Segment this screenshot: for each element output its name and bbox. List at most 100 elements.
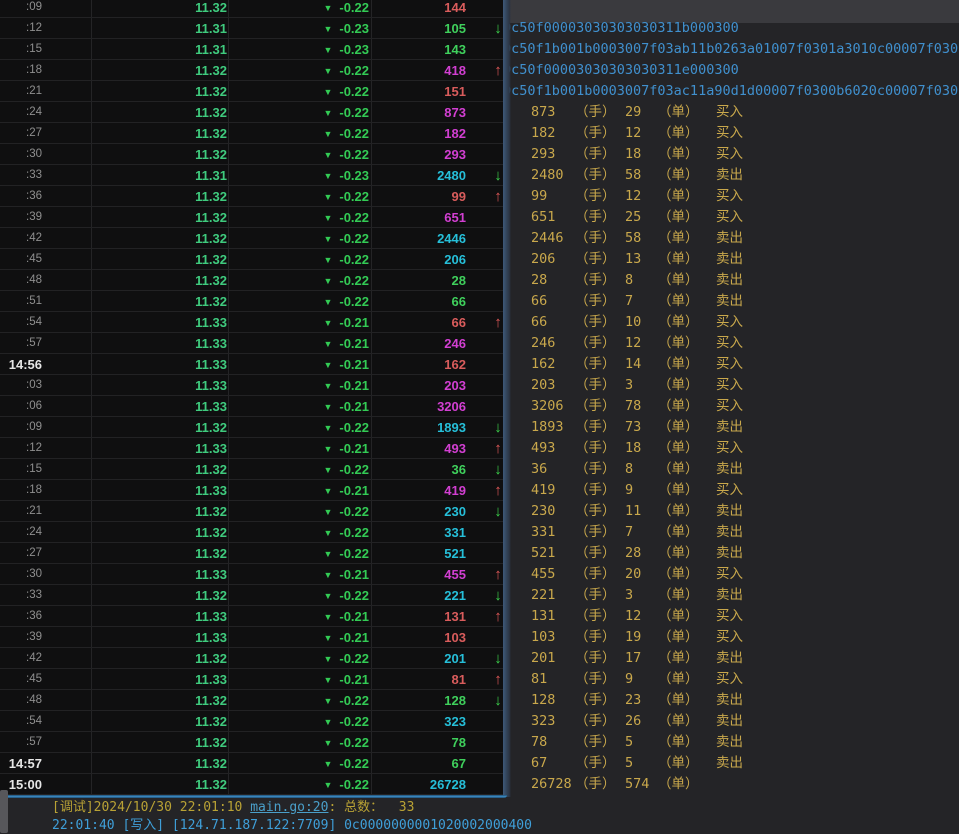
tick-row[interactable]: :0911.32▼-0.221893↓ xyxy=(0,417,506,438)
tick-price: 11.33 xyxy=(91,672,228,687)
trade-orders-unit: （单） xyxy=(658,669,699,690)
tick-change: ▼-0.22 xyxy=(228,126,371,141)
tick-time: :45 xyxy=(0,253,91,265)
down-triangle-icon: ▼ xyxy=(323,171,332,181)
down-triangle-icon: ▼ xyxy=(323,696,332,706)
tick-row[interactable]: :2111.32▼-0.22230↓ xyxy=(0,501,506,522)
tick-panel-right-scrollbar[interactable] xyxy=(503,0,511,797)
trade-side: 买入 xyxy=(716,333,743,354)
tick-row[interactable]: 14:5611.33▼-0.21162 xyxy=(0,354,506,375)
trade-order-count: 12 xyxy=(625,123,641,144)
tick-row[interactable]: :4211.32▼-0.222446 xyxy=(0,228,506,249)
tick-volume: 1893 xyxy=(371,420,486,435)
tick-change-value: -0.22 xyxy=(339,462,369,477)
tick-row[interactable]: :3611.32▼-0.2299↑ xyxy=(0,186,506,207)
tick-row[interactable]: :3911.33▼-0.21103 xyxy=(0,627,506,648)
trade-lots-unit: （手） xyxy=(575,333,616,354)
tick-row[interactable]: :1811.33▼-0.21419↑ xyxy=(0,480,506,501)
tick-change: ▼-0.22 xyxy=(228,777,371,792)
tick-change: ▼ -0.23 xyxy=(228,168,371,183)
tick-row[interactable]: :3611.33▼-0.21131↑ xyxy=(0,606,506,627)
tick-row[interactable]: :5111.32▼-0.2266 xyxy=(0,291,506,312)
trade-order-count: 26 xyxy=(625,711,641,732)
tick-row[interactable]: :5411.32▼-0.22323 xyxy=(0,711,506,732)
tick-change: ▼-0.22 xyxy=(228,84,371,99)
tick-volume: 105 xyxy=(371,21,486,36)
trade-qty: 66 xyxy=(531,291,547,312)
trade-orders-unit: （单） xyxy=(658,543,699,564)
trade-order-count: 58 xyxy=(625,228,641,249)
tick-row[interactable]: :2411.32▼-0.22873 xyxy=(0,102,506,123)
tick-row[interactable]: :5411.33▼-0.2166↑ xyxy=(0,312,506,333)
trade-lots-unit: （手） xyxy=(575,270,616,291)
tick-time: :39 xyxy=(0,211,91,223)
tick-row[interactable]: :5711.33▼-0.21246 xyxy=(0,333,506,354)
tick-row[interactable]: :3911.32▼-0.22651 xyxy=(0,207,506,228)
tick-volume: 651 xyxy=(371,210,486,225)
trade-side: 卖出 xyxy=(716,648,743,669)
tick-volume: 201 xyxy=(371,651,486,666)
trade-order-count: 10 xyxy=(625,312,641,333)
tick-volume: 28 xyxy=(371,273,486,288)
tick-row[interactable]: :3011.32▼-0.22293 xyxy=(0,144,506,165)
tick-row[interactable]: :5711.32▼-0.2278 xyxy=(0,732,506,753)
tick-volume: 26728 xyxy=(371,777,486,792)
tick-time: :21 xyxy=(0,85,91,97)
trade-side: 卖出 xyxy=(716,270,743,291)
tick-row[interactable]: :2711.32▼-0.22182 xyxy=(0,123,506,144)
trade-qty: 873 xyxy=(531,102,555,123)
tick-row[interactable]: :4811.32▼-0.22128↓ xyxy=(0,690,506,711)
tick-time: :24 xyxy=(0,526,91,538)
tick-row[interactable]: :4811.32▼-0.2228 xyxy=(0,270,506,291)
tick-price: 11.33 xyxy=(91,378,228,393)
tick-price: 11.32 xyxy=(91,126,228,141)
tick-time: :24 xyxy=(0,106,91,118)
trade-side: 卖出 xyxy=(716,249,743,270)
tick-row[interactable]: :1511.31▼-0.23143 xyxy=(0,39,506,60)
tick-row[interactable]: :2411.32▼-0.22331 xyxy=(0,522,506,543)
tick-change: ▼-0.22 xyxy=(228,714,371,729)
tick-row[interactable]: :2111.32▼-0.22151 xyxy=(0,81,506,102)
trade-side: 买入 xyxy=(716,102,743,123)
tick-row[interactable]: :1211.33▼-0.21493↑ xyxy=(0,438,506,459)
tick-volume: 162 xyxy=(371,357,486,372)
tick-row[interactable]: :3311.32▼-0.22221↓ xyxy=(0,585,506,606)
tick-volume: 128 xyxy=(371,693,486,708)
tick-time: :12 xyxy=(0,442,91,454)
tick-row[interactable]: :4511.32▼-0.22206 xyxy=(0,249,506,270)
trade-qty: 67 xyxy=(531,753,547,774)
tick-time: :27 xyxy=(0,127,91,139)
tick-row[interactable]: :3011.33▼-0.21455↑ xyxy=(0,564,506,585)
tick-time: :33 xyxy=(0,169,91,181)
trade-side: 卖出 xyxy=(716,543,743,564)
tick-row[interactable]: :2711.32▼-0.22521 xyxy=(0,543,506,564)
tick-change-value: -0.21 xyxy=(339,399,369,414)
tick-row[interactable]: :4511.33▼-0.2181↑ xyxy=(0,669,506,690)
tick-row[interactable]: :0611.33▼-0.213206 xyxy=(0,396,506,417)
tick-price: 11.32 xyxy=(91,651,228,666)
tick-change-value: -0.23 xyxy=(339,168,369,183)
trade-side: 买入 xyxy=(716,627,743,648)
tick-row[interactable]: :1211.31▼-0.23105↓ xyxy=(0,18,506,39)
trade-order-count: 9 xyxy=(625,669,633,690)
trade-qty: 206 xyxy=(531,249,555,270)
trade-order-count: 28 xyxy=(625,543,641,564)
trade-orders-unit: （单） xyxy=(658,312,699,333)
down-triangle-icon: ▼ xyxy=(323,276,332,286)
trade-orders-unit: （单） xyxy=(658,564,699,585)
tick-row[interactable]: :3311.31▼-0.232480↓ xyxy=(0,165,506,186)
tick-row[interactable]: :0311.33▼-0.21203 xyxy=(0,375,506,396)
tick-change-value: -0.21 xyxy=(339,630,369,645)
tick-row[interactable]: :1511.32▼-0.2236↓ xyxy=(0,459,506,480)
console-left-scrollbar[interactable] xyxy=(0,790,8,833)
trade-lots-unit: （手） xyxy=(575,732,616,753)
tick-row[interactable]: 15:0011.32▼-0.2226728 xyxy=(0,774,506,795)
tick-row[interactable]: :0911.32▼-0.22144 xyxy=(0,0,506,18)
trade-qty: 182 xyxy=(531,123,555,144)
trade-order-count: 20 xyxy=(625,564,641,585)
tick-row[interactable]: :1811.32▼-0.22418↑ xyxy=(0,60,506,81)
log-source-link[interactable]: main.go:20 xyxy=(250,800,328,815)
trade-order-count: 7 xyxy=(625,522,633,543)
tick-row[interactable]: 14:5711.32▼-0.2267 xyxy=(0,753,506,774)
tick-row[interactable]: :4211.32▼-0.22201↓ xyxy=(0,648,506,669)
